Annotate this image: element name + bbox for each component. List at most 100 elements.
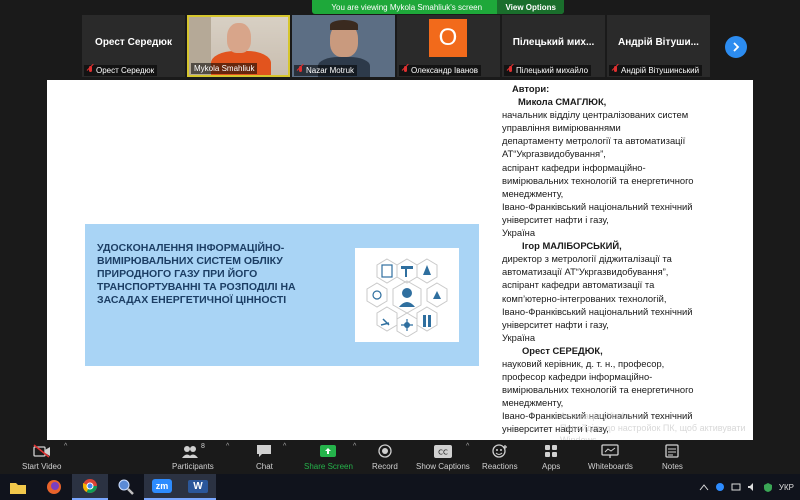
reactions-icon — [492, 444, 507, 458]
participant-label: Mykola Smahliuk — [191, 63, 258, 74]
next-page-button[interactable] — [725, 36, 747, 58]
author-line: Івано-Франківський національний технічни… — [502, 305, 693, 317]
apps-button[interactable]: Apps — [542, 440, 560, 471]
magnifier-icon — [118, 479, 134, 495]
participant-name: Андрій Вітуши... — [618, 37, 699, 48]
participant-tile[interactable]: Орест Середюк Орест Середюк — [82, 15, 185, 77]
watermark-line: Перейдіть до настройок ПК, щоб активуват… — [560, 423, 746, 433]
author-line: департаменту метрології та автоматизації — [502, 135, 686, 147]
record-label: Record — [372, 462, 398, 471]
whiteboard-icon — [601, 444, 620, 458]
zoom-icon: zm — [151, 479, 173, 493]
participants-button[interactable]: 8 Participants — [172, 440, 214, 471]
file-explorer-taskbar-button[interactable] — [0, 474, 36, 500]
word-taskbar-button[interactable]: W — [180, 474, 216, 500]
authors-header: Автори: — [512, 83, 550, 94]
notes-label: Notes — [662, 462, 683, 471]
zoom-taskbar-button[interactable]: zm — [144, 474, 180, 500]
participant-tile[interactable]: О Олександр Іванов — [397, 15, 500, 77]
folder-icon — [10, 482, 26, 494]
author-line: вимірювальних технологій та енергетичног… — [502, 384, 694, 396]
participant-label: Олександр Іванов — [399, 65, 481, 76]
participants-options-caret[interactable]: ^ — [226, 443, 229, 450]
author-line: менеджменту, — [502, 397, 564, 409]
chevron-up-icon[interactable] — [699, 483, 709, 491]
title-panel: Удосконалення інформаційно-вимірювальних… — [85, 224, 479, 366]
participant-tile[interactable]: Nazar Motruk — [292, 15, 395, 77]
author-name: Ігор МАЛІБОРСЬКИЙ, — [522, 240, 622, 252]
author-line: університет нафти і газу, — [502, 213, 609, 225]
video-person-hair — [330, 20, 358, 30]
participant-name: Пілецький мих... — [512, 37, 595, 48]
keyboard-language[interactable]: УКР — [779, 483, 794, 492]
participant-label: Пілецький михайло — [504, 65, 592, 76]
share-options-caret[interactable]: ^ — [353, 443, 356, 450]
notes-button[interactable]: Notes — [662, 440, 683, 471]
show-captions-label: Show Captions — [416, 462, 470, 471]
reactions-button[interactable]: Reactions — [482, 440, 518, 471]
author-line: Україна — [502, 227, 536, 239]
participant-label: Андрій Вітушинський — [609, 65, 703, 76]
chevron-right-icon — [733, 42, 740, 52]
author-line: професор кафедри інформаційно- — [502, 371, 653, 383]
chat-label: Chat — [256, 462, 273, 471]
reactions-label: Reactions — [482, 462, 518, 471]
meeting-toolbar: Start Video ^ 8 Participants ^ Chat ^ Sh… — [0, 440, 800, 474]
video-options-caret[interactable]: ^ — [64, 443, 67, 450]
participant-label: Орест Середюк — [84, 65, 158, 76]
captions-icon: CC — [433, 445, 452, 458]
zoom-window: You are viewing Mykola Smahliuk's screen… — [0, 0, 800, 500]
start-video-label: Start Video — [22, 462, 62, 471]
firefox-icon — [47, 480, 61, 494]
author-line: науковий керівник, д. т. н., професор, — [502, 357, 665, 369]
chat-icon — [257, 445, 272, 457]
record-icon — [378, 444, 392, 458]
notes-icon — [665, 444, 680, 458]
record-button[interactable]: Record — [372, 440, 398, 471]
participant-tile[interactable]: Андрій Вітуши... Андрій Вітушинський — [607, 15, 710, 77]
author-line: вимірювальних технологій та енергетичног… — [502, 174, 694, 186]
video-off-icon — [33, 444, 50, 458]
participant-tile[interactable]: Пілецький мих... Пілецький михайло — [502, 15, 605, 77]
author-line: автоматизації АТ“Укргазвидобування”, — [502, 266, 669, 278]
network-icon[interactable] — [731, 482, 741, 492]
chat-button[interactable]: Chat — [256, 440, 273, 471]
share-screen-icon — [320, 445, 337, 457]
view-options-button[interactable]: View Options — [497, 0, 564, 14]
mic-muted-icon — [297, 66, 304, 75]
mic-muted-icon — [87, 66, 94, 75]
participant-name: Орест Середюк — [95, 37, 172, 48]
participants-icon — [181, 446, 198, 458]
author-line: начальник відділу централізованих систем — [502, 109, 689, 121]
author-line: аспірант кафедри автоматизації та — [502, 279, 655, 291]
firefox-taskbar-button[interactable] — [36, 474, 72, 500]
whiteboards-label: Whiteboards — [588, 462, 633, 471]
show-captions-button[interactable]: CC Show Captions — [416, 440, 470, 471]
apps-icon — [545, 445, 558, 457]
share-screen-button[interactable]: Share Screen — [304, 440, 353, 471]
svg-text:CC: CC — [438, 449, 448, 457]
mic-muted-icon — [507, 66, 514, 75]
volume-icon[interactable] — [747, 482, 757, 492]
mic-muted-icon — [612, 66, 619, 75]
chat-options-caret[interactable]: ^ — [283, 443, 286, 450]
security-icon[interactable] — [763, 482, 773, 492]
slide-title: Удосконалення інформаційно-вимірювальних… — [97, 242, 296, 306]
chrome-icon — [83, 479, 97, 493]
chrome-taskbar-button[interactable] — [72, 474, 108, 500]
authors-list: Автори: Микола СМАГЛЮК, начальник відділ… — [502, 82, 752, 436]
mic-muted-icon — [402, 66, 409, 75]
captions-options-caret[interactable]: ^ — [466, 443, 469, 450]
search-app-taskbar-button[interactable] — [108, 474, 144, 500]
banner-text: You are viewing Mykola Smahliuk's screen — [331, 2, 483, 12]
author-line: управління вимірюваннями — [502, 122, 621, 134]
whiteboards-button[interactable]: Whiteboards — [588, 440, 633, 471]
zoom-tray-icon[interactable] — [715, 482, 725, 492]
industry-icons-card — [355, 248, 459, 342]
participant-tile-active-speaker[interactable]: Mykola Smahliuk — [187, 15, 290, 77]
system-tray: УКР — [699, 474, 800, 500]
author-line: директор з метрології діджиталізації та — [502, 253, 672, 265]
word-icon: W — [188, 479, 208, 493]
avatar: О — [429, 19, 467, 57]
start-video-button[interactable]: Start Video — [22, 440, 61, 471]
